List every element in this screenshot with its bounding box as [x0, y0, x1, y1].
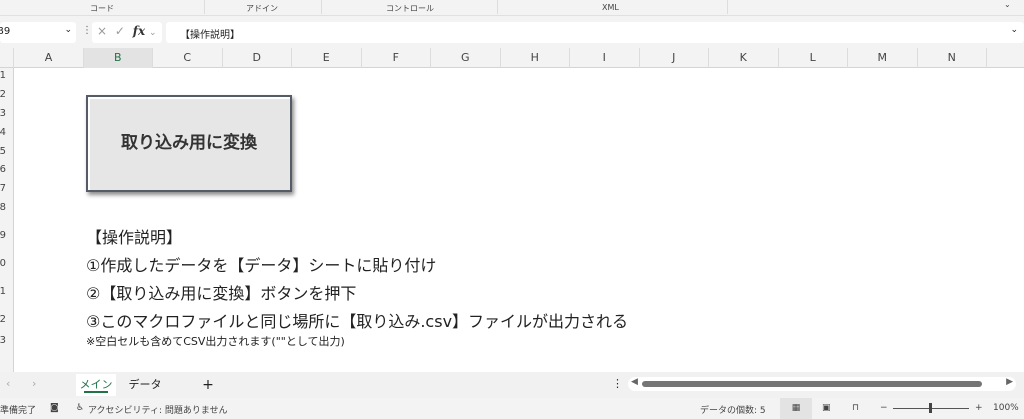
- column-header-f[interactable]: F: [362, 48, 431, 68]
- instruction-step-2: ②【取り込み用に変換】ボタンを押下: [86, 284, 357, 303]
- page-layout-view-icon[interactable]: ▣: [822, 403, 831, 413]
- sheet-tab-main[interactable]: メイン: [76, 374, 116, 396]
- zoom-in-button[interactable]: +: [975, 403, 983, 413]
- accessibility-status[interactable]: アクセシビリティ: 問題ありません: [88, 403, 228, 416]
- ribbon-group-addin: アドイン: [246, 4, 278, 13]
- cancel-icon[interactable]: ×: [97, 24, 107, 38]
- ribbon-group-code: コード: [90, 4, 114, 13]
- macro-record-icon[interactable]: ◙: [50, 403, 59, 413]
- instruction-note: ※空白セルも含めてCSV出力されます(""として出力): [86, 335, 345, 348]
- column-headers: ABCDEFGHIJKLMN: [0, 48, 1024, 68]
- instruction-step-1: ①作成したデータを【データ】シートに貼り付け: [86, 256, 437, 275]
- more-icon[interactable]: ⋮: [82, 25, 92, 36]
- zoom-out-button[interactable]: −: [880, 403, 888, 413]
- ribbon-group-xml: XML: [602, 3, 619, 12]
- zoom-level[interactable]: 100%: [993, 403, 1019, 413]
- row-header-8[interactable]: 8: [0, 202, 6, 213]
- accessibility-icon: ♿: [76, 403, 85, 413]
- column-header-b[interactable]: B: [83, 48, 153, 68]
- row-header-1[interactable]: 1: [0, 70, 6, 81]
- scroll-tabs-left-icon[interactable]: ‹: [6, 377, 10, 390]
- scroll-right-icon[interactable]: ▶: [1006, 377, 1013, 387]
- formula-bar: B9 ⌄ ⋮ × ✓ fx ⌄ 【操作説明】 ⌄: [0, 16, 1024, 48]
- expand-formula-icon[interactable]: ⌄: [1010, 25, 1018, 35]
- row-headers: 12345678910111213: [0, 68, 14, 372]
- scrollbar-thumb[interactable]: [642, 381, 982, 387]
- sheet-tab-data[interactable]: データ: [120, 374, 170, 396]
- column-header-a[interactable]: A: [14, 48, 84, 68]
- enter-icon[interactable]: ✓: [115, 24, 125, 38]
- column-header-m[interactable]: M: [848, 48, 918, 68]
- column-header-c[interactable]: C: [153, 48, 223, 68]
- chevron-down-icon[interactable]: ⌄: [64, 25, 72, 35]
- status-bar: 準備完了 ◙ ♿ アクセシビリティ: 問題ありません データの個数: 5 ▦ ▣…: [0, 398, 1024, 419]
- row-header-5[interactable]: 5: [0, 146, 6, 157]
- column-header-n[interactable]: N: [918, 48, 987, 68]
- page-break-view-icon[interactable]: ⊓: [852, 403, 859, 413]
- row-header-6[interactable]: 6: [0, 164, 6, 175]
- column-header-h[interactable]: H: [501, 48, 570, 68]
- column-header-e[interactable]: E: [292, 48, 362, 68]
- convert-macro-button[interactable]: 取り込み用に変換: [86, 95, 292, 192]
- ribbon-group-control: コントロール: [386, 4, 434, 13]
- row-header-7[interactable]: 7: [0, 183, 6, 194]
- row-header-2[interactable]: 2: [0, 89, 6, 100]
- chevron-down-icon[interactable]: ⌄: [149, 28, 157, 38]
- column-header-k[interactable]: K: [709, 48, 779, 68]
- row-header-3[interactable]: 3: [0, 108, 6, 119]
- ribbon-group-labels: コード アドイン コントロール XML ⌄: [0, 0, 1024, 16]
- formula-value: 【操作説明】: [180, 30, 240, 41]
- name-box-value: B9: [0, 26, 11, 37]
- column-header-l[interactable]: L: [779, 48, 848, 68]
- row-header-12[interactable]: 12: [0, 314, 6, 325]
- row-header-13[interactable]: 13: [0, 335, 6, 346]
- ribbon-collapse-icon[interactable]: ⌄: [1004, 0, 1011, 9]
- add-sheet-button[interactable]: +: [196, 374, 220, 396]
- scroll-left-icon[interactable]: ◀: [631, 377, 638, 387]
- horizontal-scrollbar[interactable]: ◀ ▶: [628, 377, 1016, 391]
- column-header-d[interactable]: D: [223, 48, 292, 68]
- column-header-i[interactable]: I: [570, 48, 640, 68]
- row-header-11[interactable]: 11: [0, 286, 6, 297]
- ready-status: 準備完了: [0, 406, 37, 416]
- row-header-10[interactable]: 10: [0, 258, 6, 269]
- zoom-slider-thumb[interactable]: [929, 403, 932, 413]
- instructions-heading: 【操作説明】: [86, 228, 183, 247]
- select-all-button[interactable]: [0, 48, 14, 68]
- scroll-tabs-right-icon[interactable]: ›: [32, 377, 36, 390]
- sheet-tab-bar: ‹ › メイン データ + ⋮ ◀ ▶: [0, 372, 1024, 398]
- instruction-step-3: ③このマクロファイルと同じ場所に【取り込み.csv】ファイルが出力される: [86, 312, 629, 331]
- more-icon[interactable]: ⋮: [612, 377, 623, 390]
- column-header-g[interactable]: G: [431, 48, 501, 68]
- row-header-4[interactable]: 4: [0, 127, 6, 138]
- formula-input[interactable]: 【操作説明】 ⌄: [166, 22, 1024, 43]
- row-header-9[interactable]: 9: [0, 230, 6, 241]
- normal-view-icon[interactable]: ▦: [780, 398, 812, 419]
- column-header-j[interactable]: J: [640, 48, 709, 68]
- name-box[interactable]: B9 ⌄: [0, 22, 76, 43]
- insert-function-icon[interactable]: fx: [133, 24, 145, 38]
- count-status: データの個数: 5: [700, 406, 766, 416]
- formula-controls: × ✓ fx ⌄: [92, 22, 162, 43]
